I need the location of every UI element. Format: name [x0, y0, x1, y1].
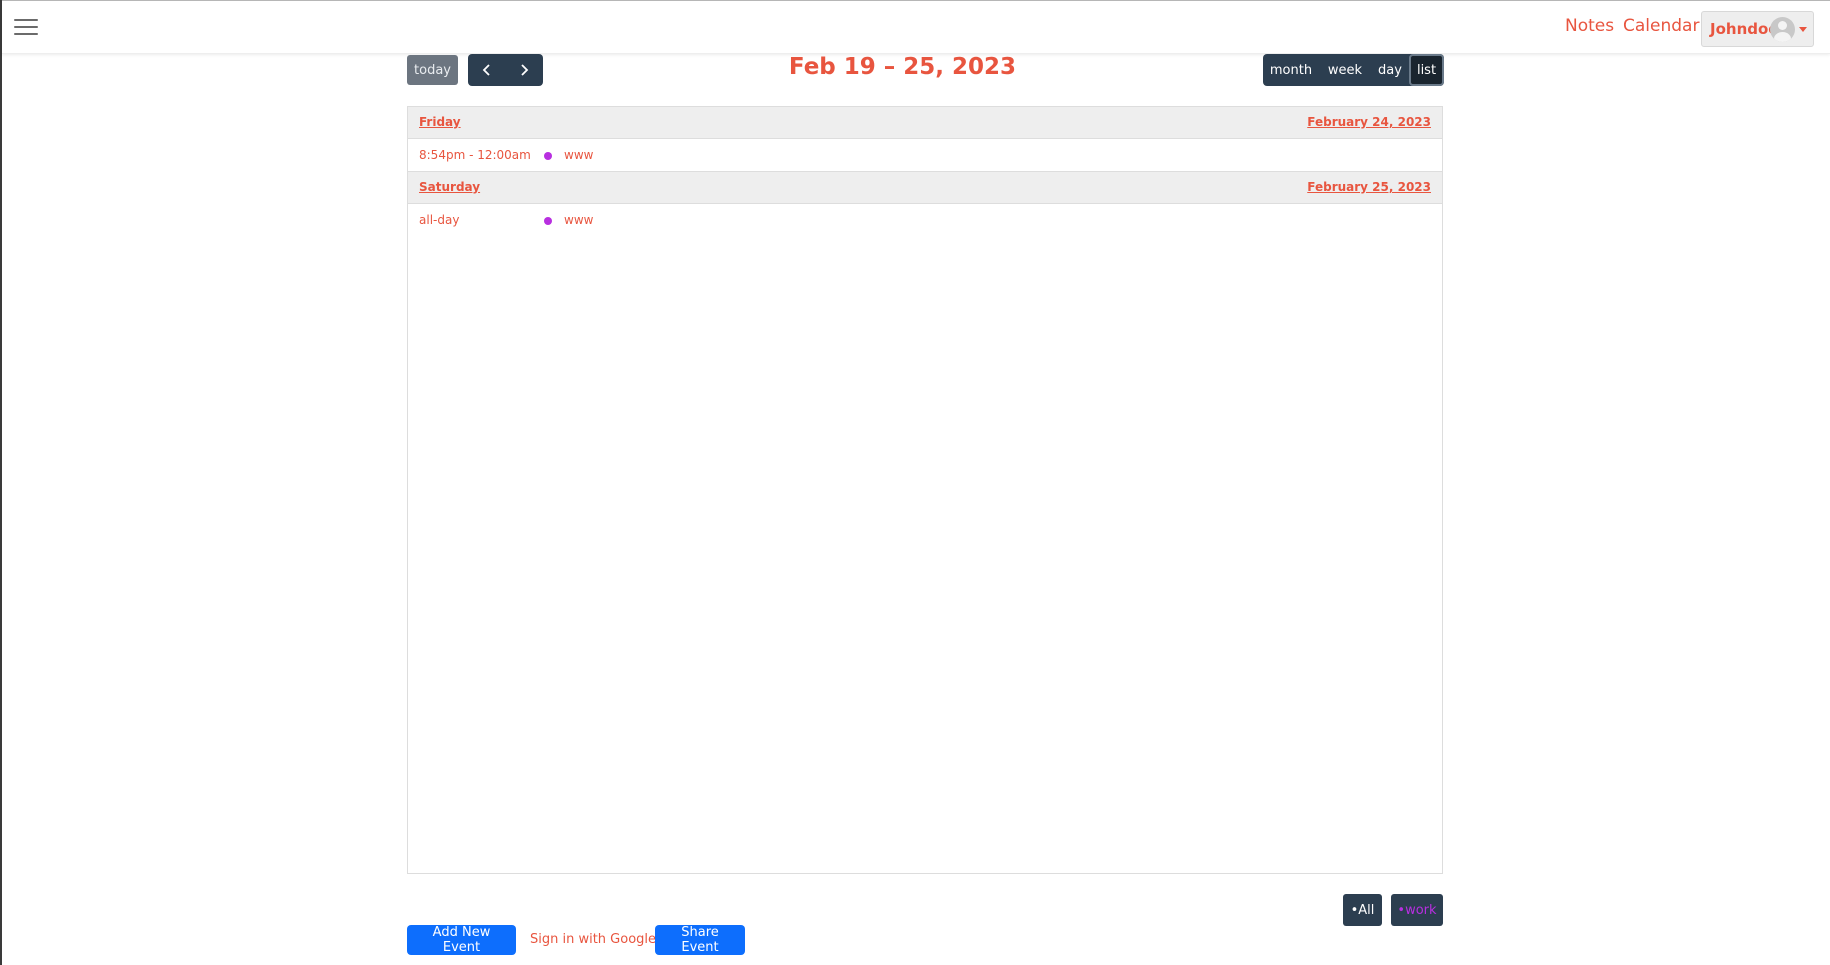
- event-dot-icon: [544, 152, 552, 160]
- view-day-button[interactable]: day: [1371, 54, 1409, 86]
- user-name: Johndoe: [1710, 20, 1779, 38]
- day-name-link[interactable]: Friday: [419, 115, 461, 129]
- prev-next-group: [468, 54, 543, 86]
- caret-down-icon: [1799, 27, 1807, 32]
- event-title: www: [564, 213, 594, 227]
- avatar: [1770, 17, 1795, 42]
- view-list-button[interactable]: list: [1409, 54, 1444, 86]
- chevron-right-icon: [521, 64, 529, 76]
- filter-work-button[interactable]: •work: [1391, 894, 1443, 926]
- sign-in-google-link[interactable]: Sign in with Google: [530, 932, 656, 947]
- prev-button[interactable]: [468, 54, 506, 86]
- nav-notes-link[interactable]: Notes: [1565, 16, 1614, 36]
- today-button[interactable]: today: [407, 55, 458, 85]
- day-header-friday: Friday February 24, 2023: [408, 107, 1442, 139]
- day-name-link[interactable]: Saturday: [419, 180, 480, 194]
- hamburger-menu-icon[interactable]: [14, 19, 38, 37]
- list-event-row[interactable]: 8:54pm - 12:00am www: [408, 139, 1442, 172]
- user-menu-dropdown[interactable]: Johndoe: [1701, 11, 1814, 47]
- add-new-event-button[interactable]: Add New Event: [407, 925, 516, 955]
- day-header-saturday: Saturday February 25, 2023: [408, 172, 1442, 204]
- nav-calendar-link[interactable]: Calendar: [1623, 16, 1699, 36]
- top-navbar: Notes Calendar Johndoe: [2, 1, 1830, 54]
- view-month-button[interactable]: month: [1263, 54, 1319, 86]
- event-time: all-day: [419, 213, 460, 227]
- next-button[interactable]: [506, 54, 544, 86]
- event-time: 8:54pm - 12:00am: [419, 148, 531, 162]
- event-dot-icon: [544, 217, 552, 225]
- view-week-button[interactable]: week: [1319, 54, 1371, 86]
- view-switcher: month week day list: [1263, 54, 1444, 86]
- filter-all-button[interactable]: •All: [1343, 894, 1382, 926]
- chevron-left-icon: [482, 64, 490, 76]
- day-date-link[interactable]: February 24, 2023: [1307, 115, 1431, 129]
- event-title: www: [564, 148, 594, 162]
- window-left-edge: [0, 0, 2, 965]
- day-date-link[interactable]: February 25, 2023: [1307, 180, 1431, 194]
- calendar-title: Feb 19 – 25, 2023: [788, 54, 1017, 80]
- share-event-button[interactable]: Share Event: [655, 925, 745, 955]
- list-event-row[interactable]: all-day www: [408, 204, 1442, 237]
- calendar-list-view: Friday February 24, 2023 8:54pm - 12:00a…: [407, 106, 1443, 874]
